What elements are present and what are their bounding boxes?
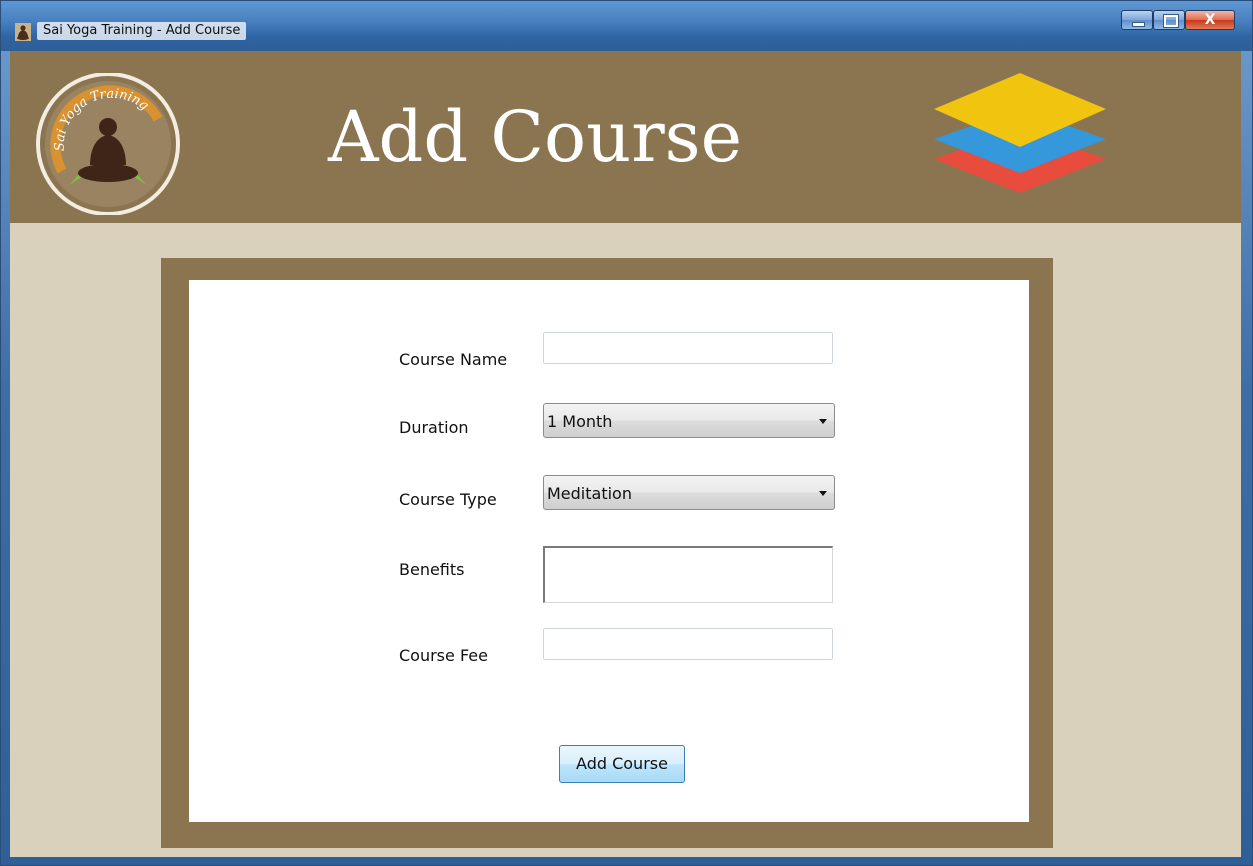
window-client-area: Sai Yoga Training Add Course Course Name… [10,51,1241,857]
maximize-button[interactable] [1153,10,1185,30]
course-name-input[interactable] [543,332,833,364]
title-bar[interactable]: Sai Yoga Training - Add Course X [1,1,1252,51]
duration-select[interactable]: 1 Month [543,403,835,438]
close-icon: X [1204,12,1216,28]
add-course-button[interactable]: Add Course [559,745,685,783]
benefits-label: Benefits [399,560,465,579]
page-title: Add Course [327,96,743,178]
course-fee-label: Course Fee [399,646,488,665]
duration-selected-value: 1 Month [547,412,613,431]
window-title: Sai Yoga Training - Add Course [37,22,247,40]
course-type-selected-value: Meditation [547,484,632,503]
course-type-select[interactable]: Meditation [543,475,835,510]
maximize-icon [1163,14,1179,28]
page-header: Sai Yoga Training Add Course [10,51,1241,223]
layers-icon [934,73,1106,193]
minimize-icon [1132,22,1145,27]
add-course-form: Course Name Duration 1 Month Course Type… [189,280,1029,822]
duration-label: Duration [399,418,469,437]
course-fee-input[interactable] [543,628,833,660]
benefits-textarea[interactable] [543,546,833,603]
close-button[interactable]: X [1185,10,1235,30]
chevron-down-icon [819,419,827,424]
app-window: Sai Yoga Training - Add Course X Sai Yog… [0,0,1253,866]
course-type-label: Course Type [399,490,497,509]
chevron-down-icon [819,491,827,496]
form-frame: Course Name Duration 1 Month Course Type… [161,258,1053,848]
minimize-button[interactable] [1121,10,1153,30]
course-name-label: Course Name [399,350,508,369]
app-icon [15,23,31,41]
